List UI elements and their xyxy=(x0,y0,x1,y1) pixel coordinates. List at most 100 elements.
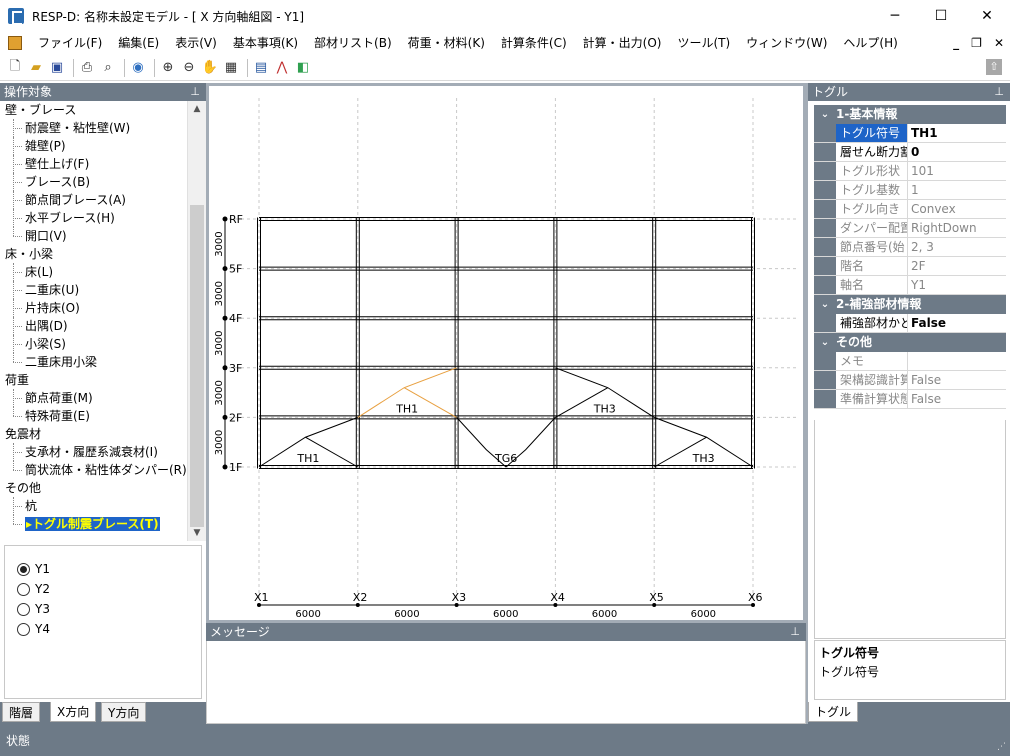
mdi-restore-button[interactable]: ❐ xyxy=(971,36,982,50)
collapse-icon[interactable]: ⌄ xyxy=(814,333,836,352)
print-icon[interactable]: ⎙ xyxy=(78,59,96,77)
maximize-button[interactable]: ☐ xyxy=(918,0,964,31)
frame-radio-y2[interactable]: Y2 xyxy=(17,580,50,598)
property-value[interactable]: Y1 xyxy=(908,276,1006,294)
new-icon[interactable]: 🗋 xyxy=(6,59,24,77)
frame-elevation-canvas[interactable]: 1F 2F 3F 4F 5F RF 3000 3000 3000 3000 3000 X1 X2 X3 X4… xyxy=(209,86,803,620)
property-value[interactable]: False xyxy=(908,390,1006,408)
property-category[interactable]: ⌄ 2-補強部材情報 xyxy=(814,295,1006,314)
collapse-icon[interactable]: ⌄ xyxy=(814,295,836,314)
property-value[interactable]: 2F xyxy=(908,257,1006,275)
tree-item[interactable]: 杭 xyxy=(0,497,187,515)
menu-tools[interactable]: ツール(T) xyxy=(669,31,738,55)
open-icon[interactable]: ▰ xyxy=(27,59,45,77)
tree-item[interactable]: 二重床(U) xyxy=(0,281,187,299)
tree-item[interactable]: 出隅(D) xyxy=(0,317,187,335)
tree-item[interactable]: ▸トグル制震ブレース(T) xyxy=(0,515,187,533)
property-row[interactable]: 節点番号(始 2, 3 xyxy=(814,238,1006,257)
radio-button[interactable] xyxy=(17,602,30,616)
property-row[interactable]: メモ xyxy=(814,352,1006,371)
menu-calc-output[interactable]: 計算・出力(O) xyxy=(575,31,670,55)
menu-window[interactable]: ウィンドウ(W) xyxy=(738,31,835,55)
property-value[interactable]: 2, 3 xyxy=(908,238,1006,256)
pan-hand-icon[interactable]: ✋ xyxy=(201,59,219,77)
property-value[interactable]: 1 xyxy=(908,181,1006,199)
property-value[interactable]: Convex xyxy=(908,200,1006,218)
mdi-close-button[interactable]: ✕ xyxy=(994,36,1004,50)
minimize-button[interactable]: ─ xyxy=(872,0,918,31)
menu-help[interactable]: ヘルプ(H) xyxy=(835,31,905,55)
tree-category[interactable]: 荷重 xyxy=(0,371,187,389)
tree-category[interactable]: その他 xyxy=(0,479,187,497)
tree-item[interactable]: 筒状流体・粘性体ダンパー(R) xyxy=(0,461,187,479)
tree-category[interactable]: 壁・ブレース xyxy=(0,101,187,119)
property-value[interactable]: 101 xyxy=(908,162,1006,180)
tree-item[interactable]: 小梁(S) xyxy=(0,335,187,353)
frame-radio-y4[interactable]: Y4 xyxy=(17,620,50,638)
pin-icon[interactable]: ⊥ xyxy=(994,83,1004,101)
radio-button[interactable] xyxy=(17,562,30,576)
property-category[interactable]: ⌄ 1-基本情報 xyxy=(814,105,1006,124)
tree-item[interactable]: 壁仕上げ(F) xyxy=(0,155,187,173)
property-row[interactable]: 準備計算状態 False xyxy=(814,390,1006,409)
menu-loads[interactable]: 荷重・材料(K) xyxy=(400,31,493,55)
frame-radio-y3[interactable]: Y3 xyxy=(17,600,50,618)
tree-category[interactable]: 免震材 xyxy=(0,425,187,443)
tree-item[interactable]: 耐震壁・粘性壁(W) xyxy=(0,119,187,137)
zoom-out-icon[interactable]: ⊖ xyxy=(180,59,198,77)
property-row[interactable]: 層せん断力割 0 xyxy=(814,143,1006,162)
tree-item[interactable]: 節点荷重(M) xyxy=(0,389,187,407)
property-value[interactable]: TH1 xyxy=(908,124,1006,142)
pin-icon[interactable]: ⊥ xyxy=(190,83,200,101)
frame-radio-y1[interactable]: Y1 xyxy=(17,560,50,578)
frame-elevation-drawing[interactable]: 1F 2F 3F 4F 5F RF 3000 3000 3000 3000 3000 X1 X2 X3 X4… xyxy=(209,86,803,620)
arrow-up-icon[interactable]: ⇧ xyxy=(986,59,1002,75)
tab-x-direction[interactable]: X方向 xyxy=(50,702,97,722)
menu-basic[interactable]: 基本事項(K) xyxy=(225,31,306,55)
tab-y-direction[interactable]: Y方向 xyxy=(101,702,147,722)
model-3d-icon[interactable]: ◉ xyxy=(129,59,147,77)
radio-button[interactable] xyxy=(17,622,30,636)
property-row[interactable]: トグル向き Convex xyxy=(814,200,1006,219)
tree-item[interactable]: 床(L) xyxy=(0,263,187,281)
property-row[interactable]: トグル符号 TH1 xyxy=(814,124,1006,143)
menu-calc-conditions[interactable]: 計算条件(C) xyxy=(493,31,575,55)
close-button[interactable]: ✕ xyxy=(964,0,1010,31)
property-row[interactable]: ダンパー配置 RightDown xyxy=(814,219,1006,238)
property-row[interactable]: 軸名 Y1 xyxy=(814,276,1006,295)
resize-grip-icon[interactable]: ⋰ xyxy=(997,742,1006,752)
property-value[interactable]: 0 xyxy=(908,143,1006,161)
property-value[interactable]: RightDown xyxy=(908,219,1006,237)
property-value[interactable]: False xyxy=(908,314,1006,332)
scroll-thumb[interactable] xyxy=(190,205,204,527)
pin-icon[interactable]: ⊥ xyxy=(790,623,800,641)
menu-file[interactable]: ファイル(F) xyxy=(30,31,110,55)
scroll-down-icon[interactable]: ▼ xyxy=(188,525,206,541)
tree-item[interactable]: 節点間ブレース(A) xyxy=(0,191,187,209)
scroll-up-icon[interactable]: ▲ xyxy=(188,101,206,117)
tree-item[interactable]: 特殊荷重(E) xyxy=(0,407,187,425)
tree-item[interactable]: 二重床用小梁 xyxy=(0,353,187,371)
property-value[interactable] xyxy=(908,352,1006,370)
menu-edit[interactable]: 編集(E) xyxy=(110,31,167,55)
radio-button[interactable] xyxy=(17,582,30,596)
menu-members[interactable]: 部材リスト(B) xyxy=(306,31,400,55)
graph-icon[interactable]: ⋀ xyxy=(273,59,291,77)
property-row[interactable]: 階名 2F xyxy=(814,257,1006,276)
table-icon[interactable]: ▤ xyxy=(252,59,270,77)
zoom-in-icon[interactable]: ⊕ xyxy=(159,59,177,77)
property-category[interactable]: ⌄ その他 xyxy=(814,333,1006,352)
property-row[interactable]: トグル形状 101 xyxy=(814,162,1006,181)
tree-item[interactable]: 片持床(O) xyxy=(0,299,187,317)
message-area[interactable] xyxy=(206,641,806,724)
tree-item[interactable]: ブレース(B) xyxy=(0,173,187,191)
fit-view-icon[interactable]: ▦ xyxy=(222,59,240,77)
tree-category[interactable]: 床・小梁 xyxy=(0,245,187,263)
tree-item[interactable]: 水平ブレース(H) xyxy=(0,209,187,227)
property-value[interactable]: False xyxy=(908,371,1006,389)
document-icon[interactable] xyxy=(8,36,22,50)
menu-view[interactable]: 表示(V) xyxy=(167,31,225,55)
layers-icon[interactable]: ◧ xyxy=(294,59,312,77)
property-row[interactable]: 補強部材かど False xyxy=(814,314,1006,333)
tree-scrollbar[interactable]: ▲ ▼ xyxy=(188,101,206,541)
